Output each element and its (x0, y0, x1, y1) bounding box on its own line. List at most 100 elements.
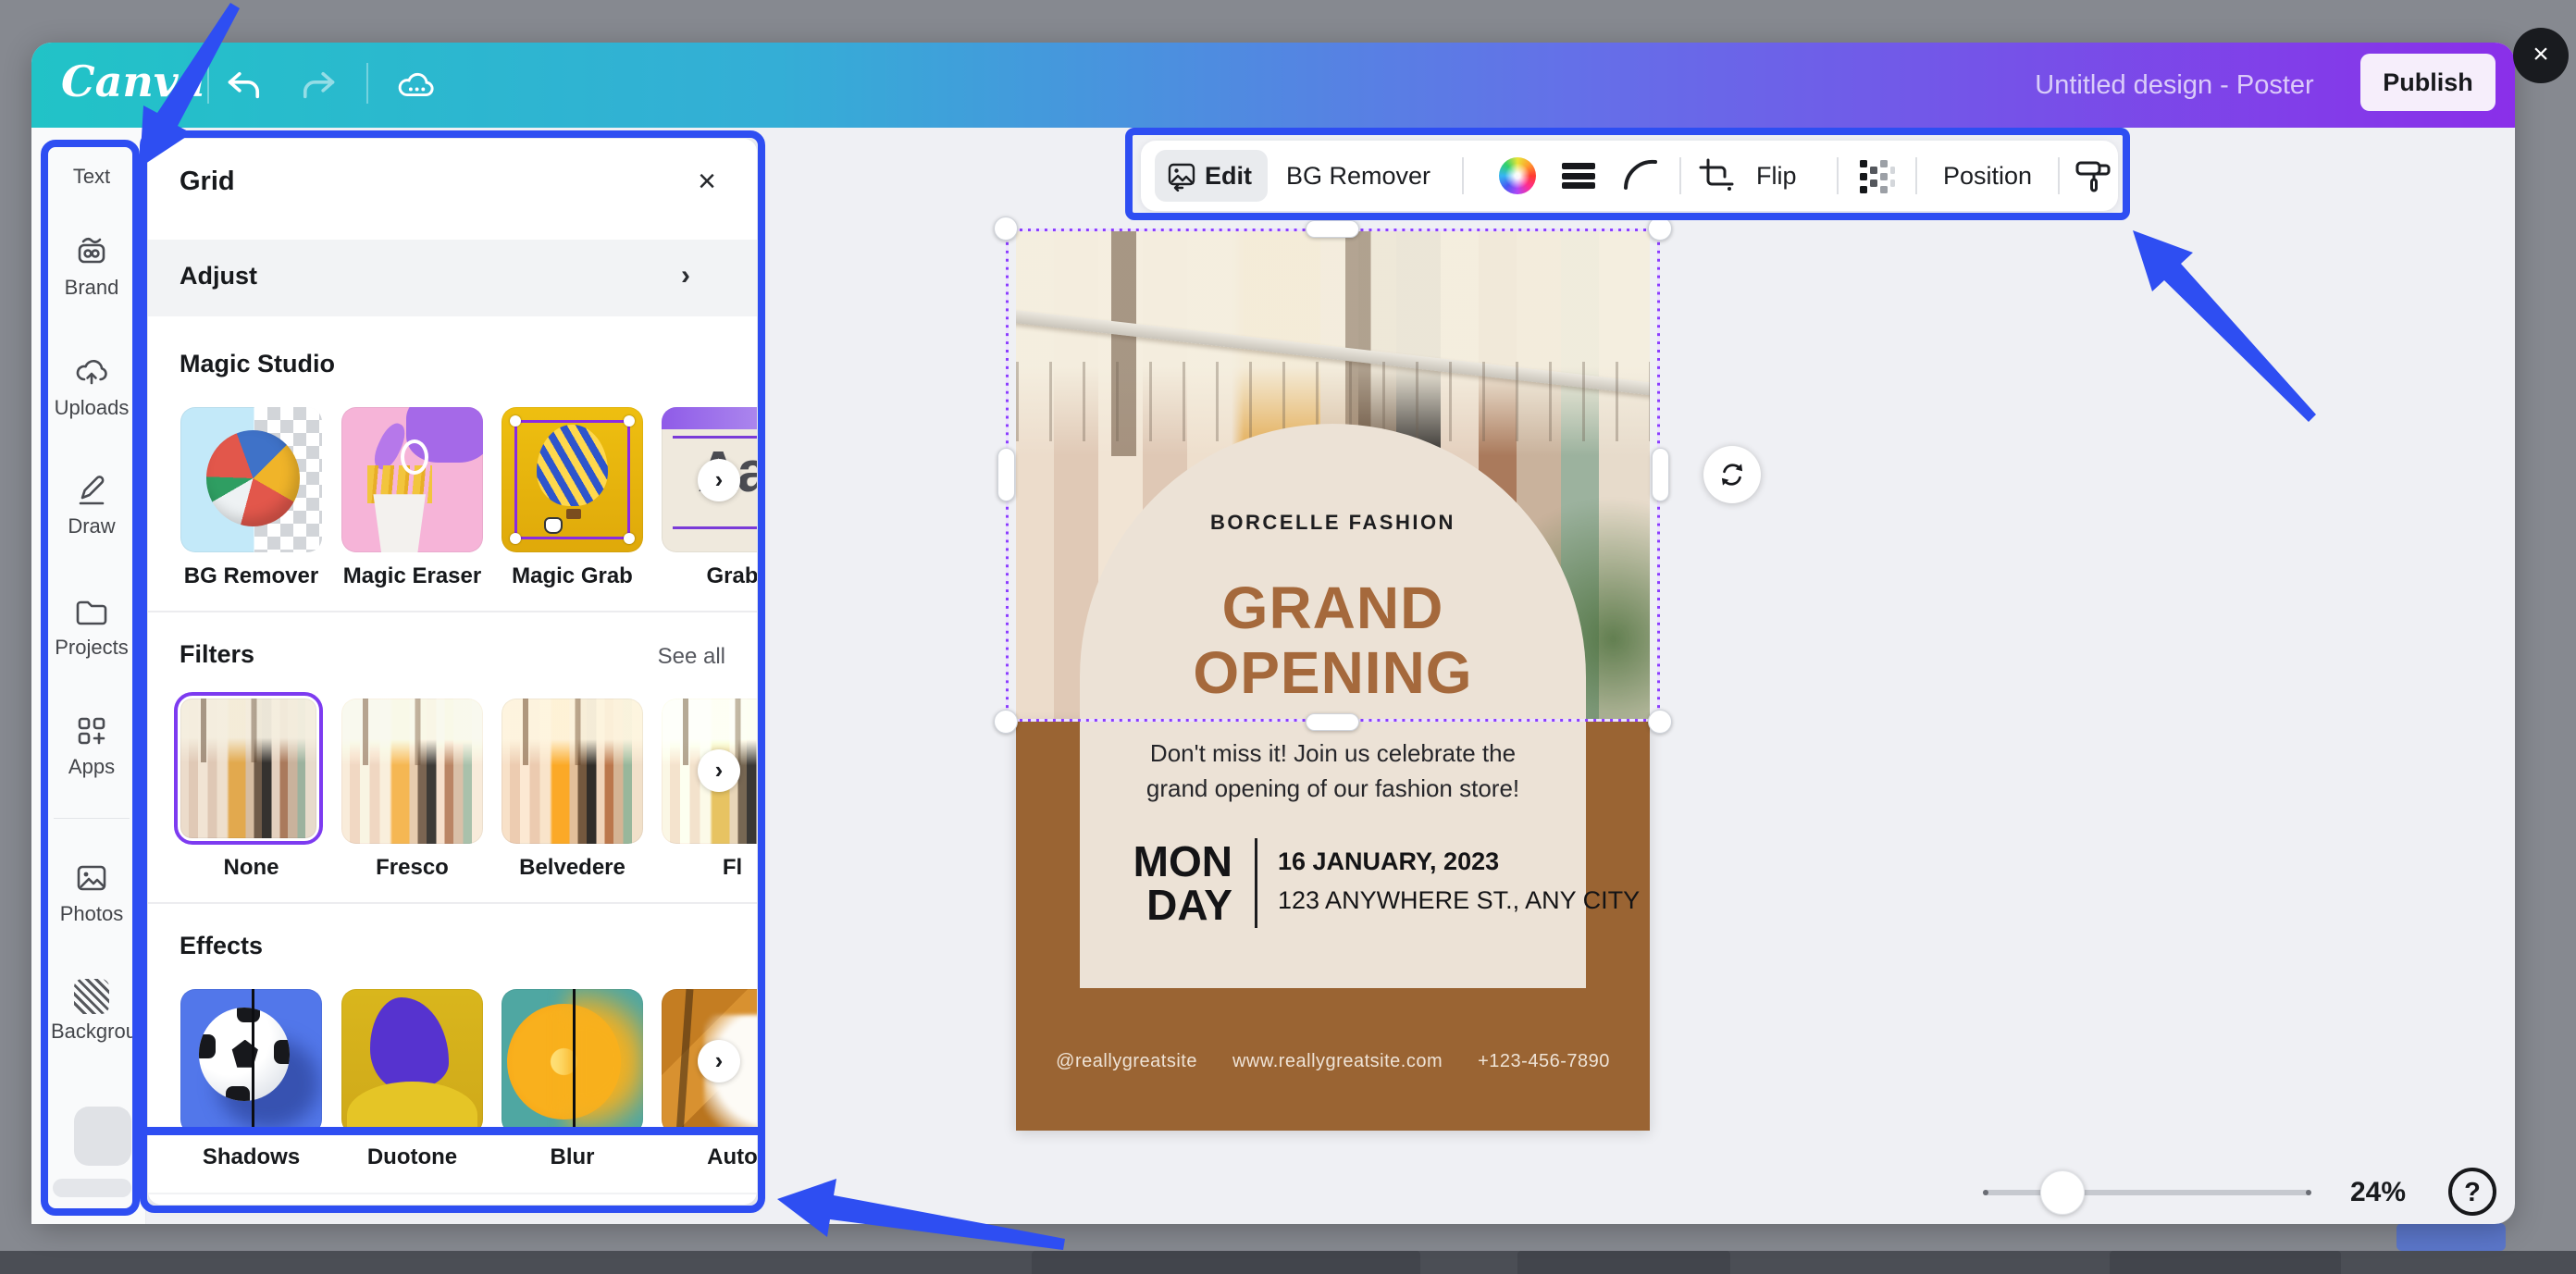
footer-website: www.reallygreatsite.com (1232, 1051, 1443, 1072)
duotone-shirt-art (347, 1082, 477, 1134)
magic-label: Magic Grab (492, 563, 652, 589)
panel-divider (148, 611, 757, 612)
undo-icon[interactable] (224, 67, 265, 104)
adjust-row[interactable]: Adjust › (148, 240, 757, 316)
effect-label: Blur (492, 1144, 652, 1170)
zoom-slider-thumb[interactable] (2040, 1170, 2085, 1215)
poster-date[interactable]: 16 JANUARY, 2023 (1278, 847, 1592, 876)
paint-roller-icon[interactable] (2074, 156, 2113, 195)
see-all-link[interactable]: See all (609, 644, 725, 670)
curve-icon[interactable] (1621, 156, 1660, 195)
crop-icon[interactable] (1697, 156, 1736, 195)
sidebar-item-brand[interactable]: Brand (51, 233, 132, 300)
sidebar-item-text[interactable]: Text (51, 165, 132, 189)
zoom-level[interactable]: 24% (2334, 1177, 2422, 1208)
help-button[interactable]: ? (2448, 1168, 2496, 1216)
effect-card-duotone[interactable] (341, 989, 483, 1134)
footer-phone: +123-456-7890 (1478, 1051, 1610, 1072)
publish-button[interactable]: Publish (2360, 54, 2496, 111)
chevron-right-icon: › (681, 260, 690, 291)
poster-day-text[interactable]: MON DAY (1103, 840, 1232, 927)
day-line1: MON (1103, 840, 1232, 884)
handle-dot (510, 533, 521, 544)
resize-handle-se[interactable] (1648, 710, 1672, 734)
tree-art (676, 989, 694, 1134)
canva-logo[interactable]: Canva (61, 54, 191, 109)
flip-button[interactable]: Flip (1756, 162, 1797, 191)
beach-ball-art (206, 430, 300, 526)
day-line2: DAY (1103, 884, 1232, 927)
sidebar-item-draw[interactable]: Draw (51, 472, 132, 538)
edit-button[interactable]: Edit (1155, 150, 1268, 202)
handle-dot (624, 415, 635, 427)
color-wheel-icon[interactable] (1499, 157, 1536, 194)
blur-overlay (566, 989, 643, 1134)
magic-label: Magic Eraser (332, 563, 492, 589)
magic-card-magic-eraser[interactable] (341, 407, 483, 552)
split-line (252, 989, 254, 1134)
apps-grid-icon (73, 712, 110, 749)
zoom-slider[interactable] (1983, 1190, 2311, 1195)
magic-card-magic-grab[interactable] (502, 407, 643, 552)
grid-panel: Grid × Adjust › Magic Studio (148, 139, 757, 1205)
purple-band (662, 407, 757, 429)
close-icon[interactable]: × (687, 161, 727, 202)
poster-footer[interactable]: @reallygreatsite www.reallygreatsite.com… (1064, 1051, 1602, 1072)
close-window-button[interactable]: × (2513, 28, 2569, 83)
sidebar-placeholder (74, 1107, 131, 1166)
transparency-icon[interactable] (1856, 156, 1895, 195)
effects-heading: Effects (180, 932, 263, 960)
magic-card-bg-remover[interactable] (180, 407, 322, 552)
resize-handle-bottom[interactable] (1306, 713, 1359, 731)
position-button[interactable]: Position (1943, 162, 2032, 191)
magic-label: Grab (652, 563, 757, 589)
sidebar-item-apps[interactable]: Apps (51, 712, 132, 779)
magic-studio-heading: Magic Studio (180, 350, 335, 378)
folder-icon (73, 593, 110, 630)
cloud-menu-icon[interactable] (396, 67, 437, 104)
filter-card-none[interactable] (174, 692, 323, 845)
bg-remover-button[interactable]: BG Remover (1286, 162, 1430, 191)
resize-handle-right[interactable] (1652, 448, 1669, 501)
scroll-right-button[interactable]: › (698, 459, 740, 501)
sidebar-item-background[interactable]: Background (51, 979, 132, 1044)
design-title[interactable]: Untitled design - Poster (2017, 68, 2332, 102)
toolbar-divider (1679, 157, 1681, 194)
desktop-shape (2396, 1223, 2506, 1251)
resize-handle-nw[interactable] (994, 216, 1018, 241)
effect-label: Duotone (332, 1144, 492, 1170)
redo-icon[interactable] (298, 67, 339, 104)
scroll-right-button[interactable]: › (698, 749, 740, 792)
line-art (673, 526, 757, 529)
sidebar-item-uploads[interactable]: Uploads (51, 353, 132, 420)
resize-handle-sw[interactable] (994, 710, 1018, 734)
adjust-bars-icon[interactable] (1562, 163, 1595, 189)
filter-card-fresco[interactable] (341, 699, 483, 844)
handle-dot (624, 533, 635, 544)
rotate-handle[interactable] (1703, 446, 1761, 503)
poster-body-text[interactable]: Don't miss it! Join us celebrate the gra… (1080, 736, 1586, 806)
filter-label: None (171, 855, 331, 881)
filter-card-belvedere[interactable] (502, 699, 643, 844)
desktop-shape (1517, 1251, 1730, 1274)
grab-cursor (544, 517, 563, 534)
filter-label: Belvedere (492, 855, 652, 881)
slider-end-dot (1983, 1190, 1988, 1195)
magic-label: BG Remover (171, 563, 331, 589)
desktop-shape (2110, 1251, 2341, 1274)
effect-label: Shadows (171, 1144, 331, 1170)
effect-card-blur[interactable] (502, 989, 643, 1134)
poster-address[interactable]: 123 ANYWHERE ST., ANY CITY (1278, 886, 1611, 915)
resize-handle-left[interactable] (997, 448, 1015, 501)
resize-handle-ne[interactable] (1648, 216, 1672, 241)
panel-divider (148, 902, 757, 904)
sidebar-item-photos[interactable]: Photos (51, 860, 132, 926)
sidebar-divider (54, 818, 130, 819)
upload-cloud-icon (73, 353, 110, 390)
sidebar-item-projects[interactable]: Projects (51, 593, 132, 660)
resize-handle-top[interactable] (1306, 220, 1359, 238)
effect-card-shadows[interactable] (180, 989, 322, 1134)
scroll-right-button[interactable]: › (698, 1040, 740, 1082)
photos-icon (73, 860, 110, 897)
sidebar-placeholder (53, 1179, 131, 1197)
